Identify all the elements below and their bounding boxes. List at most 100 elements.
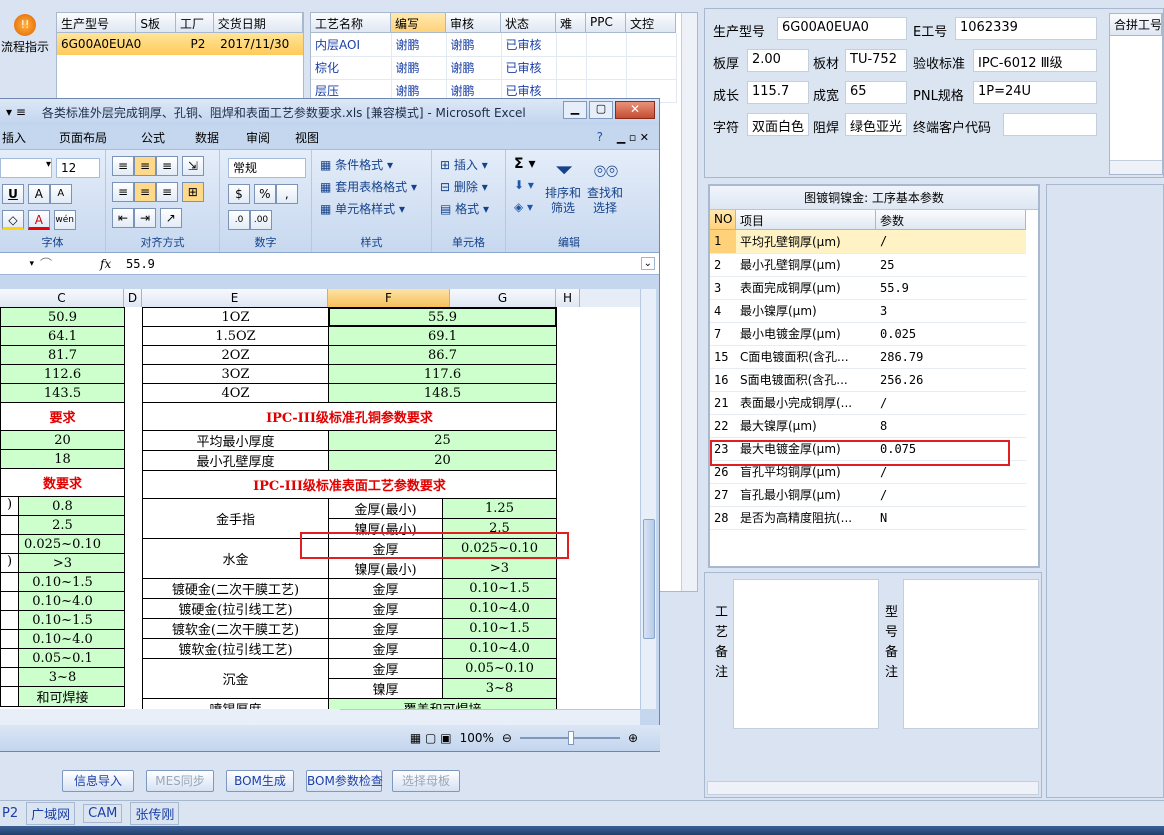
sheet-cell[interactable]: 0.05~0.1 — [0, 648, 125, 668]
model-field[interactable]: 6G00A0EUA0 — [777, 17, 907, 40]
fx-icon[interactable]: fx — [100, 257, 122, 271]
sheet-cell[interactable]: 25 — [328, 430, 557, 451]
sheet-cell[interactable]: 金厚 — [328, 598, 443, 619]
mat-field[interactable]: TU-752 — [845, 49, 907, 72]
formula-expand-icon[interactable]: ⌄ — [640, 257, 655, 270]
sheet-section-title[interactable]: 要求 — [0, 402, 125, 431]
char-field[interactable]: 双面白色 — [747, 113, 809, 136]
tab-cam[interactable]: CAM — [83, 804, 123, 823]
sheet-cell[interactable]: 镍厚(最小) — [328, 558, 443, 579]
sheet-cell[interactable]: 148.5 — [328, 383, 557, 403]
comma-icon[interactable]: , — [275, 184, 298, 204]
sheet-cell[interactable]: 143.5 — [0, 383, 125, 403]
align-middle-icon[interactable]: ≡ — [134, 156, 156, 176]
model-notes-box[interactable] — [903, 579, 1039, 729]
process-col-diff[interactable]: 难 — [556, 13, 586, 33]
sheet-cell[interactable]: 1.5OZ — [142, 326, 329, 346]
cust-field[interactable] — [1003, 113, 1097, 136]
sheet-cell[interactable]: 镍厚 — [328, 678, 443, 699]
sheet-cell[interactable]: ) 0.8 — [0, 496, 125, 516]
process-scrollbar[interactable] — [681, 13, 697, 591]
underline-icon[interactable]: U — [2, 184, 24, 204]
qat-icon[interactable]: ▾ ≡ — [6, 105, 26, 119]
bom-check-button[interactable]: BOM参数检查 — [306, 770, 383, 792]
shrink-font-icon[interactable]: A — [49, 184, 72, 204]
sheet-cell[interactable]: 2.5 — [0, 515, 125, 535]
sheet-cell[interactable]: 20 — [328, 450, 557, 471]
tab-insert[interactable]: 插入 — [0, 129, 42, 146]
col-header-d[interactable]: D — [124, 289, 142, 307]
sheet-cell[interactable]: 1OZ — [142, 307, 329, 327]
sheet-cell[interactable]: 0.10~1.5 — [0, 610, 125, 630]
sheet-cell[interactable]: 50.9 — [0, 307, 125, 327]
sheet-cell[interactable]: 3OZ — [142, 364, 329, 384]
sheet-cell[interactable]: 喷锡厚度 — [142, 698, 329, 709]
orders-row[interactable]: 6G00A0EUA0 P2 2017/11/30 — [57, 33, 303, 55]
sheet-section-title[interactable]: IPC-III级标准表面工艺参数要求 — [142, 470, 557, 499]
col-header-g[interactable]: G — [450, 289, 556, 307]
grow-font-icon[interactable]: A — [27, 184, 50, 204]
tab-data[interactable]: 数据 — [182, 129, 232, 146]
col-header-h[interactable]: H — [556, 289, 580, 307]
params-row[interactable]: 27 盲孔最小铜厚(μm) / — [710, 483, 1026, 507]
process-col-ppc[interactable]: PPC — [586, 13, 626, 33]
thick-field[interactable]: 2.00 — [747, 49, 809, 72]
help-icon[interactable]: ? — [597, 130, 603, 144]
params-row[interactable]: 3 表面完成铜厚(μm) 55.9 — [710, 276, 1026, 300]
params-row[interactable]: 15 C面电镀面积(含孔... 286.79 — [710, 345, 1026, 369]
params-row[interactable]: 28 是否为高精度阻抗(... N — [710, 506, 1026, 530]
phonetic-icon[interactable]: wén — [53, 210, 76, 230]
fill-icon[interactable]: ⬇ ▾ — [514, 178, 534, 192]
params-row[interactable]: 22 最大镍厚(μm) 8 — [710, 414, 1026, 438]
sheet-cell[interactable]: 平均最小厚度 — [142, 430, 329, 451]
sheet-cell[interactable]: 69.1 — [328, 326, 557, 346]
formula-input[interactable]: 55.9 — [126, 257, 155, 271]
combo-header[interactable]: 合拼工号 — [1110, 14, 1162, 36]
dec-inc-icon[interactable]: .0 — [228, 210, 250, 230]
info-import-button[interactable]: 信息导入 — [62, 770, 134, 792]
sheet-cell[interactable]: 金厚 — [328, 578, 443, 599]
format-cell-item[interactable]: ▤ 格式 ▾ — [440, 200, 489, 217]
sheet-cell[interactable]: 3~8 — [442, 678, 557, 699]
clear-icon[interactable]: ◈ ▾ — [514, 200, 533, 214]
align-right-icon[interactable]: ≡ — [156, 182, 178, 202]
orders-col-model[interactable]: 生产型号 — [57, 13, 137, 33]
font-size-box[interactable]: 12 — [56, 158, 100, 178]
scroll-thumb[interactable] — [643, 519, 655, 639]
close-icon[interactable]: ✕ — [615, 101, 655, 119]
find-select-button[interactable]: ⌾⌾ 查找和选择 — [586, 156, 626, 216]
tab-review[interactable]: 审阅 — [232, 129, 284, 146]
col-header-e[interactable]: E — [142, 289, 328, 307]
zoom-in-icon[interactable]: ⊕ — [628, 731, 638, 745]
orders-col-factory[interactable]: 工厂 — [176, 13, 214, 33]
col-header-c[interactable]: C — [0, 289, 124, 307]
zoom-level[interactable]: 100% — [460, 731, 494, 745]
sheet-cell[interactable]: 0.05~0.10 — [442, 658, 557, 679]
col-header-f[interactable]: F — [328, 289, 450, 307]
align-top-icon[interactable]: ≡ — [112, 156, 134, 176]
params-col-item[interactable]: 项目 — [736, 210, 876, 230]
params-row[interactable]: 16 S面电镀面积(含孔... 256.26 — [710, 368, 1026, 392]
mes-sync-button[interactable]: MES同步 — [146, 770, 214, 792]
bom-generate-button[interactable]: BOM生成 — [226, 770, 294, 792]
sheet-cell[interactable]: 86.7 — [328, 345, 557, 365]
zoom-out-icon[interactable]: ⊖ — [502, 731, 512, 745]
vertical-scrollbar[interactable] — [640, 289, 656, 709]
params-row[interactable]: 1 平均孔壁铜厚(μm) / — [710, 230, 1026, 254]
sheet-cell[interactable]: >3 — [442, 558, 557, 579]
orders-col-sboard[interactable]: S板 — [136, 13, 177, 33]
sheet-cell[interactable]: 金厚(最小) — [328, 498, 443, 519]
font-name-box[interactable]: ▾ — [0, 158, 52, 178]
sheet-cell[interactable]: 3~8 — [0, 667, 125, 687]
process-col-doc[interactable]: 文控 — [626, 13, 676, 33]
params-row[interactable]: 4 最小镍厚(μm) 3 — [710, 299, 1026, 323]
combo-scrollbar[interactable] — [1110, 160, 1162, 174]
table-format-item[interactable]: ▦ 套用表格格式 ▾ — [320, 178, 417, 195]
sheet-cell[interactable]: 最小孔壁厚度 — [142, 450, 329, 471]
sheet-cell[interactable]: 沉金 — [142, 658, 329, 699]
sheet-cell[interactable]: 覆盖和可焊接 — [328, 698, 557, 709]
sheet-cell[interactable]: 18 — [0, 449, 125, 469]
tab-layout[interactable]: 页面布局 — [42, 129, 124, 146]
cond-format-item[interactable]: ▦ 条件格式 ▾ — [320, 156, 393, 173]
sheet-cell[interactable]: 64.1 — [0, 326, 125, 346]
